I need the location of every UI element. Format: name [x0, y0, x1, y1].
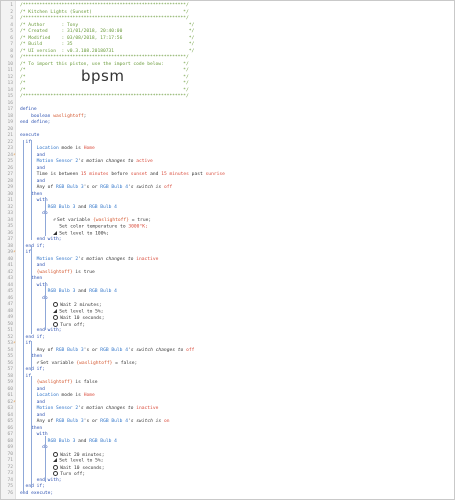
level-icon: [53, 308, 58, 313]
clock-icon: [53, 451, 59, 457]
clock-icon: [53, 302, 59, 307]
level-icon: [53, 230, 58, 235]
if-block-line: [31, 341, 32, 371]
execute-block-line: [23, 140, 24, 492]
if-block-line: [31, 376, 32, 488]
level-icon: [53, 458, 58, 462]
clock-icon: [53, 464, 59, 470]
import-code: bpsm: [81, 67, 125, 85]
if-block-line: [31, 246, 32, 334]
trigger-marker-icon: ⚡: [13, 250, 16, 255]
with-block-line: [45, 436, 46, 482]
line-number: 76: [7, 490, 13, 496]
clock-icon: [53, 315, 59, 320]
piston-code-view: 1 2 3 4 5 6 7 8 9 10 11 12 13 14 15 16 17 18 19 20 21 22 23 24 ⚡…: [0, 0, 455, 500]
with-block-line: [45, 197, 46, 236]
end-execute: end execute;: [20, 490, 54, 496]
with-block-line: [45, 282, 46, 330]
if-block-line: [31, 140, 32, 240]
trigger-marker-icon: ⚡: [13, 399, 16, 405]
trigger-marker-icon: ⚡: [13, 152, 16, 158]
power-icon: [53, 321, 59, 327]
line-number-gutter: 1 2 3 4 5 6 7 8 9 10 11 12 13 14 15 16 17 18 19 20 21 22 23 24 ⚡…: [1, 1, 16, 499]
trigger-marker-icon: ⚡: [13, 341, 16, 346]
power-icon: [53, 471, 59, 476]
